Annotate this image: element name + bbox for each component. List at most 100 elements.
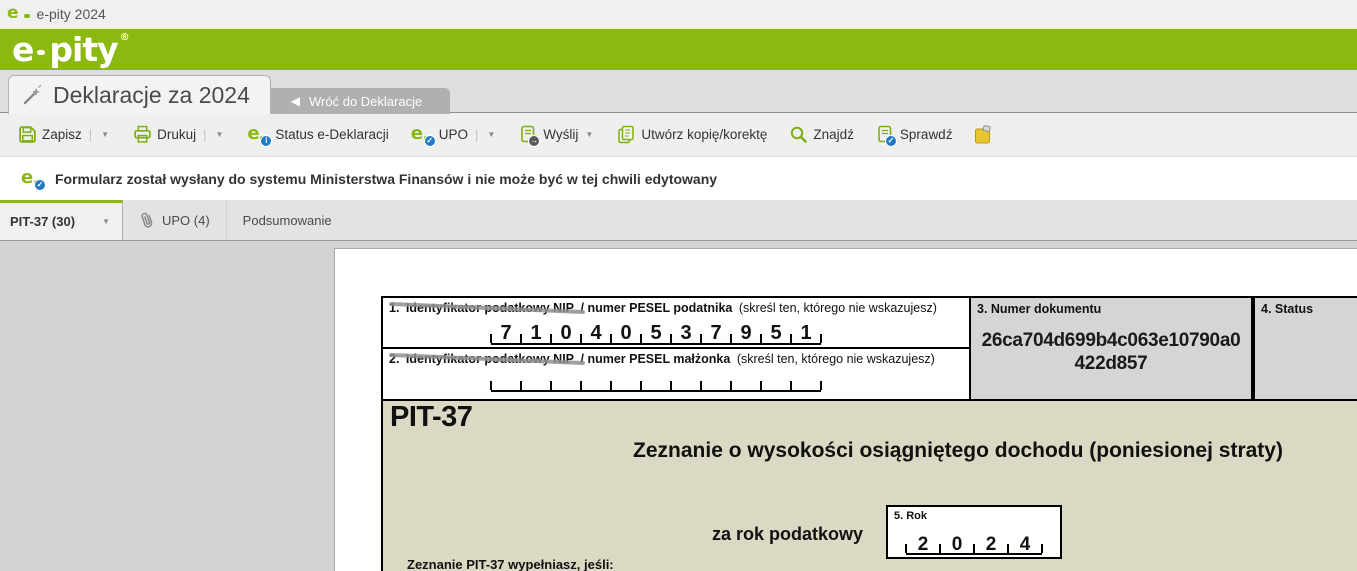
back-tab-label: Wróć do Deklaracje <box>309 94 422 109</box>
print-label: Drukuj <box>157 127 196 142</box>
form-content-area: 1. Identyfikator podatkowy NIP / numer P… <box>0 241 1357 571</box>
digit-cell <box>491 374 521 392</box>
print-button[interactable]: Drukuj | ▼ <box>133 125 225 144</box>
copy-icon <box>617 125 636 144</box>
sent-status-notice: e ✓ Formularz został wysłany do systemu … <box>0 157 1357 200</box>
send-arrow-badge-icon: → <box>528 135 540 147</box>
tab-upo[interactable]: UPO (4) <box>123 200 227 240</box>
info-badge-icon: i <box>260 135 272 147</box>
digit-cell <box>521 374 551 392</box>
field-rok[interactable]: 5. Rok 2024 <box>886 505 1062 559</box>
window-title: e-pity 2024 <box>37 6 106 22</box>
logo-pity: pity <box>49 30 117 69</box>
digit-cell <box>701 374 731 392</box>
print-dropdown-icon[interactable]: ▼ <box>213 128 225 141</box>
form-instructions-intro: Zeznanie PIT-37 wypełniasz, jeśli: <box>407 557 614 571</box>
digit-cell <box>581 374 611 392</box>
tab-pit37-dropdown-icon[interactable]: ▼ <box>100 215 112 228</box>
field1-struck-text: Identyfikator podatkowy NIP <box>406 301 574 317</box>
field1-hint: (skreśl ten, którego nie wskazujesz) <box>739 301 937 315</box>
pit37-header-section: PIT-37 Zeznanie o wysokości osiągniętego… <box>381 401 1357 571</box>
separator: | <box>203 127 206 142</box>
tab-pit37[interactable]: PIT-37 (30) ▼ <box>0 200 123 240</box>
document-number-value: 26ca704d699b4c063e10790a0422d857 <box>977 330 1245 376</box>
pesel-podatnika-digits[interactable]: 71040537951 <box>491 319 821 345</box>
send-dropdown-icon[interactable]: ▼ <box>583 128 595 141</box>
sent-status-icon: e ✓ <box>21 169 44 188</box>
app-favicon-dash-icon <box>24 14 30 18</box>
upo-icon: e ✓ <box>411 125 434 144</box>
document-tab-row: Deklaracje za 2024 ◀ Wróć do Deklaracje <box>0 70 1357 113</box>
digit-cell <box>761 374 791 392</box>
sticky-note-icon <box>974 125 992 144</box>
digit-cell <box>791 374 821 392</box>
tab-pit37-label: PIT-37 (30) <box>10 214 75 229</box>
field-numer-dokumentu: 3. Numer dokumentu 26ca704d699b4c063e107… <box>971 296 1253 401</box>
tab-podsumowanie-label: Podsumowanie <box>243 213 332 228</box>
rok-digits[interactable]: 2024 <box>906 533 1042 555</box>
field-pesel-malzonka[interactable]: 2. Identyfikator podatkowy NIP / numer P… <box>381 349 971 401</box>
search-icon <box>789 125 808 144</box>
digit-cell: 4 <box>581 319 611 345</box>
send-document-icon: → <box>519 125 538 144</box>
status-label: Status e-Deklaracji <box>275 127 388 142</box>
field2-struck-text: Identyfikator podatkowy NIP <box>406 352 574 368</box>
tab-deklaracje-za-2024[interactable]: Deklaracje za 2024 <box>8 75 271 114</box>
check-badge-icon: ✓ <box>34 179 46 191</box>
digit-cell: 2 <box>906 533 940 555</box>
app-favicon-e-icon: e <box>7 5 19 22</box>
send-label: Wyślij <box>543 127 578 142</box>
form-tab-strip: PIT-37 (30) ▼ UPO (4) Podsumowanie <box>0 200 1357 241</box>
digit-cell <box>731 374 761 392</box>
digit-cell: 1 <box>791 319 821 345</box>
find-label: Znajdź <box>813 127 854 142</box>
send-button[interactable]: → Wyślij ▼ <box>519 125 595 144</box>
doc-tab-label: Deklaracje za 2024 <box>53 82 250 109</box>
pesel-malzonka-digits[interactable] <box>491 374 821 392</box>
toolbar: Zapisz | ▼ Drukuj | ▼ e i Status e-Dek <box>0 113 1357 157</box>
save-button[interactable]: Zapisz | ▼ <box>18 125 111 144</box>
upo-dropdown-icon[interactable]: ▼ <box>485 128 497 141</box>
back-arrow-icon: ◀ <box>291 94 300 108</box>
notes-button[interactable] <box>974 125 992 144</box>
tab-podsumowanie[interactable]: Podsumowanie <box>227 200 348 240</box>
edeclaration-status-icon: e i <box>247 125 270 144</box>
field2-label: 2. Identyfikator podatkowy NIP / numer P… <box>383 349 969 368</box>
digit-cell: 5 <box>641 319 671 345</box>
find-button[interactable]: Znajdź <box>789 125 854 144</box>
field3-label: 3. Numer dokumentu <box>977 302 1245 316</box>
tab-wroc-do-deklaracje[interactable]: ◀ Wróć do Deklaracje <box>263 88 450 114</box>
digit-cell: 7 <box>701 319 731 345</box>
pit37-form-page: 1. Identyfikator podatkowy NIP / numer P… <box>334 248 1357 571</box>
save-floppy-icon <box>18 125 37 144</box>
field4-label: 4. Status <box>1261 302 1352 316</box>
tab-upo-label: UPO (4) <box>162 213 210 228</box>
field1-rest: / numer PESEL podatnika <box>581 301 733 315</box>
e-glyph: e <box>247 123 259 144</box>
year-caption: za rok podatkowy <box>663 524 863 545</box>
wand-icon <box>21 84 43 106</box>
digit-cell: 0 <box>551 319 581 345</box>
digit-cell: 7 <box>491 319 521 345</box>
digit-cell <box>551 374 581 392</box>
field2-hint: (skreśl ten, którego nie wskazujesz) <box>737 352 935 366</box>
upo-label: UPO <box>439 127 468 142</box>
copy-label: Utwórz kopię/korektę <box>641 127 767 142</box>
check-document-icon: ✓ <box>876 125 895 144</box>
digit-cell: 5 <box>761 319 791 345</box>
digit-cell: 2 <box>974 533 1008 555</box>
separator: | <box>89 127 92 142</box>
digit-cell: 0 <box>611 319 641 345</box>
upo-button[interactable]: e ✓ UPO | ▼ <box>411 125 498 144</box>
form-code: PIT-37 <box>390 401 472 434</box>
field-pesel-podatnika[interactable]: 1. Identyfikator podatkowy NIP / numer P… <box>381 296 971 349</box>
notice-text: Formularz został wysłany do systemu Mini… <box>55 171 717 187</box>
app-window: e e-pity 2024 e pity ® Deklaracje za 202… <box>0 0 1357 571</box>
copy-correct-button[interactable]: Utwórz kopię/korektę <box>617 125 767 144</box>
digit-cell: 1 <box>521 319 551 345</box>
e-glyph: e <box>21 167 33 188</box>
status-edeklaracji-button[interactable]: e i Status e-Deklaracji <box>247 125 388 144</box>
e-glyph: e <box>411 123 423 144</box>
check-button[interactable]: ✓ Sprawdź <box>876 125 953 144</box>
save-dropdown-icon[interactable]: ▼ <box>99 128 111 141</box>
